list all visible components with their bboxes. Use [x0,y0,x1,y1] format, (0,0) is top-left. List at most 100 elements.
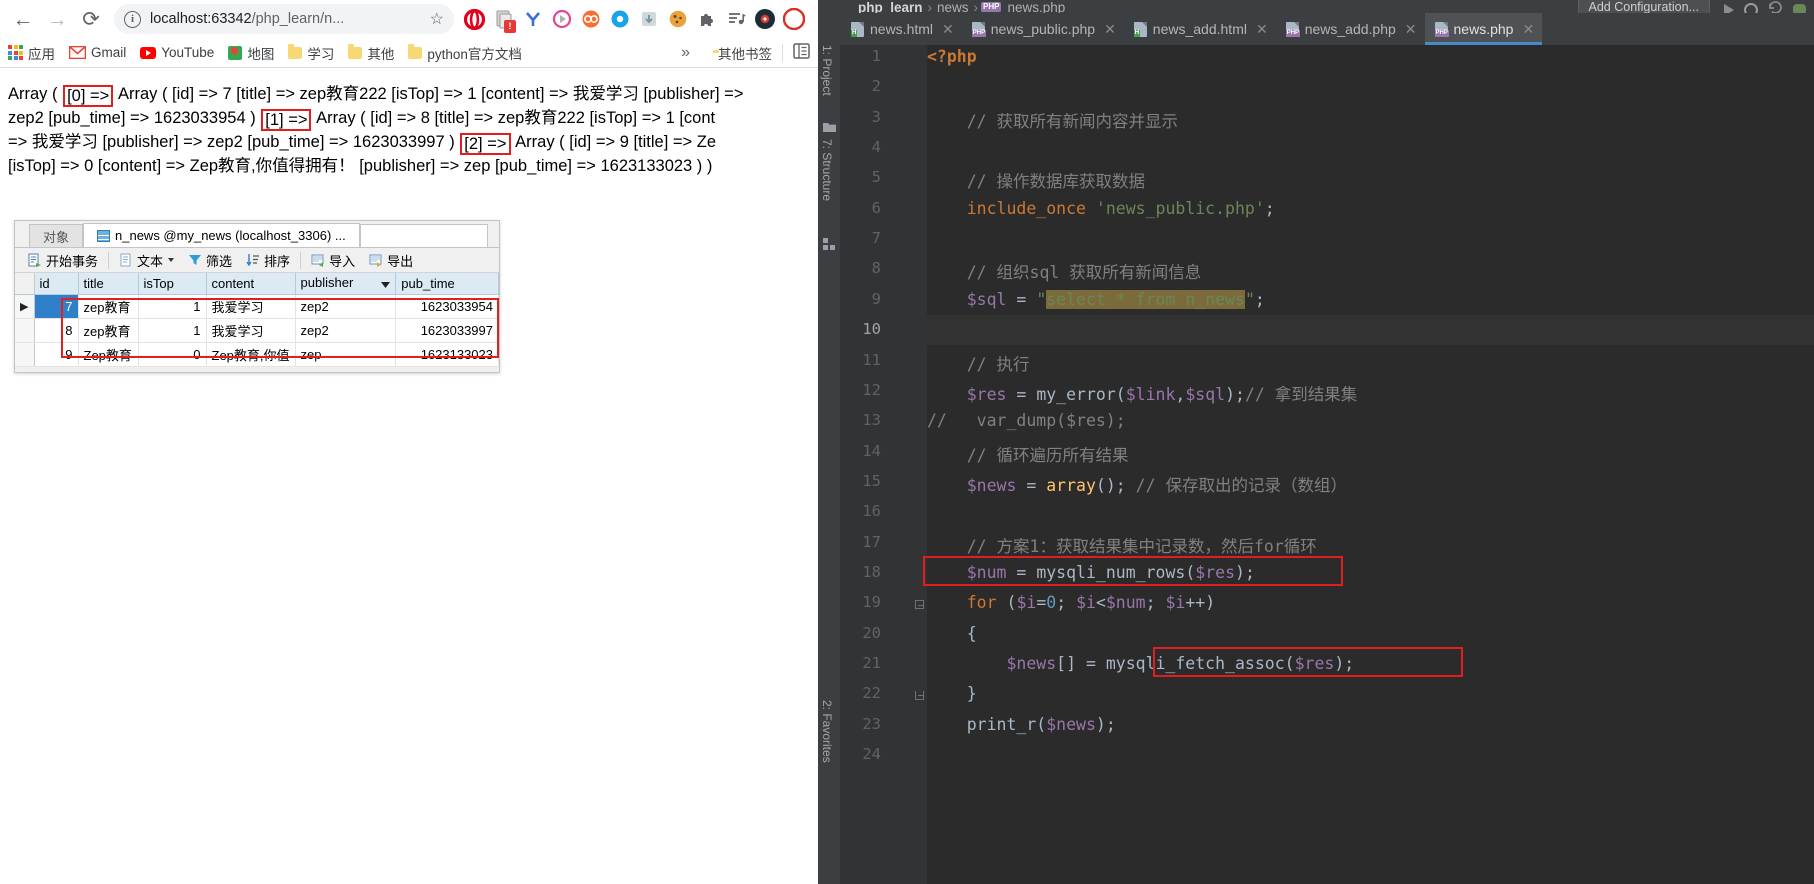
cell-content[interactable]: 我爱学习 [206,294,296,319]
docs-extension-icon[interactable]: ! [490,6,517,33]
code-line[interactable]: // 循环遍历所有结果 [927,442,1129,466]
site-info-icon[interactable]: i [124,10,141,28]
bookmark-maps[interactable]: 地图 [228,43,274,63]
cell-publisher[interactable]: zep2 [295,318,397,343]
cell-pubtime[interactable]: 1623033954 [395,294,499,319]
code-line[interactable]: <?php [927,47,977,66]
bookmarks-overflow-button[interactable]: » [681,44,690,62]
tab-news-html[interactable]: H news.html ✕ [841,13,962,45]
close-icon[interactable]: ✕ [1522,21,1534,38]
reload-button[interactable]: ⟳ [74,2,108,36]
code-line[interactable]: // 方案1：获取结果集中记录数，然后for循环 [927,533,1317,557]
code-line[interactable]: include_once 'news_public.php'; [927,199,1275,218]
bookmark-other-bookmarks-label[interactable]: 其他书签 [718,43,772,63]
column-header-title[interactable]: title [78,273,139,295]
bookmark-folder-other[interactable]: 其他 [348,43,394,63]
bookmark-gmail[interactable]: Gmail [69,45,126,60]
export-button[interactable]: 导出 [362,249,420,271]
opera-extension-icon[interactable] [461,6,488,33]
code-line[interactable]: } [927,684,977,703]
forward-button[interactable]: → [40,2,74,36]
circle-extension-icon[interactable] [548,6,575,33]
bookmark-star-icon[interactable]: ☆ [430,9,444,29]
code-fold-toggle[interactable] [915,600,924,610]
tab-news-add-php[interactable]: PHP news_add.php ✕ [1276,13,1425,45]
column-header-pubtime[interactable]: pub_time [395,273,499,295]
tab-news-php[interactable]: PHP news.php ✕ [1424,13,1543,45]
code-line[interactable]: // 执行 [927,351,1030,375]
code-line[interactable]: // 获取所有新闻内容并显示 [927,108,1178,132]
cell-pubtime[interactable]: 1623133023 [395,342,499,367]
profile-avatar-icon[interactable] [780,6,807,33]
cell-pubtime[interactable]: 1623033997 [395,318,499,343]
cell-istop[interactable]: 1 [138,294,207,319]
back-button[interactable]: ← [6,2,40,36]
reading-list-extension-icon[interactable] [722,6,749,33]
import-button[interactable]: 导入 [304,249,362,271]
strip-favorites-button[interactable]: 2: Favorites [820,700,834,763]
tab-news-add-html[interactable]: H news_add.html ✕ [1124,13,1276,45]
chevron-down-icon[interactable] [168,258,175,262]
code-line[interactable]: // 操作数据库获取数据 [927,168,1145,192]
code-line[interactable]: print_r($news); [927,715,1116,734]
infinity-extension-icon[interactable] [577,6,604,33]
bookmark-folder-python-docs[interactable]: python官方文档 [408,43,522,63]
column-header-istop[interactable]: isTop [138,273,207,295]
column-header-publisher[interactable]: publisher [295,273,397,295]
cell-istop[interactable]: 1 [138,318,207,343]
column-header-content[interactable]: content [206,273,296,295]
table-row[interactable]: 8 zep教育 1 我爱学习 zep2 1623033997 [15,318,499,343]
navicat-tab-table[interactable]: n_news @my_news (localhost_3306) ... [83,223,360,247]
code-line[interactable]: // 组织sql 获取所有新闻信息 [927,259,1202,283]
table-row[interactable]: ▶ 7 zep教育 1 我爱学习 zep2 1623033954 [15,294,499,319]
filter-button[interactable]: 筛选 [181,249,239,271]
cell-title[interactable]: Zep教育 [78,342,139,367]
cell-content[interactable]: 我爱学习 [206,318,296,343]
code-line[interactable]: $news = array(); // 保存取出的记录（数组） [927,472,1347,496]
code-editor[interactable]: <?php // 获取所有新闻内容并显示 // 操作数据库获取数据 includ… [923,45,1814,884]
code-line[interactable]: $news[] = mysqli_fetch_assoc($res); [927,654,1354,673]
cell-id[interactable]: 9 [34,342,79,367]
cell-id[interactable]: 8 [34,318,79,343]
close-icon[interactable]: ✕ [1256,21,1268,38]
cell-title[interactable]: zep教育 [78,294,139,319]
cell-title[interactable]: zep教育 [78,318,139,343]
code-line[interactable]: $res = my_error($link,$sql);// 拿到结果集 [927,381,1358,405]
code-line[interactable]: { [927,624,977,643]
download-extension-icon[interactable] [635,6,662,33]
y-extension-icon[interactable] [519,6,546,33]
puzzle-extension-icon[interactable] [693,6,720,33]
cell-content[interactable]: Zep教育,你值 [206,342,296,367]
reading-list-icon[interactable] [793,43,810,62]
editor-gutter[interactable]: 1 2 3 4 5 6 7 8 9 10 11 12 13 14 15 16 17 18 19 20 21 22 23 24 [841,45,927,884]
strip-structure-button[interactable]: 7: Structure [820,139,834,201]
text-button[interactable]: 文本 [112,249,181,271]
code-line[interactable]: // var_dump($res); [927,411,1126,430]
cell-publisher[interactable]: zep2 [295,294,397,319]
close-icon[interactable]: ✕ [1405,21,1417,38]
hal-extension-icon[interactable] [751,6,778,33]
bookmark-youtube[interactable]: YouTube [140,45,214,60]
begin-transaction-button[interactable]: 开始事务 [21,249,105,271]
cell-istop[interactable]: 0 [138,342,207,367]
blue-dot-extension-icon[interactable] [606,6,633,33]
address-bar[interactable]: i localhost:63342/php_learn/n... ☆ [114,4,454,34]
tab-news-public-php[interactable]: PHP news_public.php ✕ [962,13,1124,45]
table-row[interactable]: 9 Zep教育 0 Zep教育,你值 zep 1623133023 [15,342,499,367]
sort-button[interactable]: 排序 [239,249,297,271]
column-header-id[interactable]: id [34,273,79,295]
navicat-tab-objects[interactable]: 对象 [29,224,84,247]
close-icon[interactable]: ✕ [942,21,954,38]
bookmark-folder-study[interactable]: 学习 [288,43,334,63]
code-line[interactable]: $sql = "select * from n_news"; [927,289,1265,309]
close-icon[interactable]: ✕ [1104,21,1116,38]
cookie-extension-icon[interactable] [664,6,691,33]
code-line[interactable]: for ($i=0; $i<$num; $i++) [927,593,1215,612]
bookmark-apps[interactable]: 应用 [8,43,55,63]
strip-project-button[interactable]: 1: Project [820,45,834,96]
cell-id[interactable]: 7 [34,294,79,319]
code-fold-toggle[interactable] [915,691,924,701]
code-line[interactable]: $num = mysqli_num_rows($res); [927,563,1255,582]
sort-caret-icon[interactable] [381,276,391,291]
cell-publisher[interactable]: zep [295,342,397,367]
